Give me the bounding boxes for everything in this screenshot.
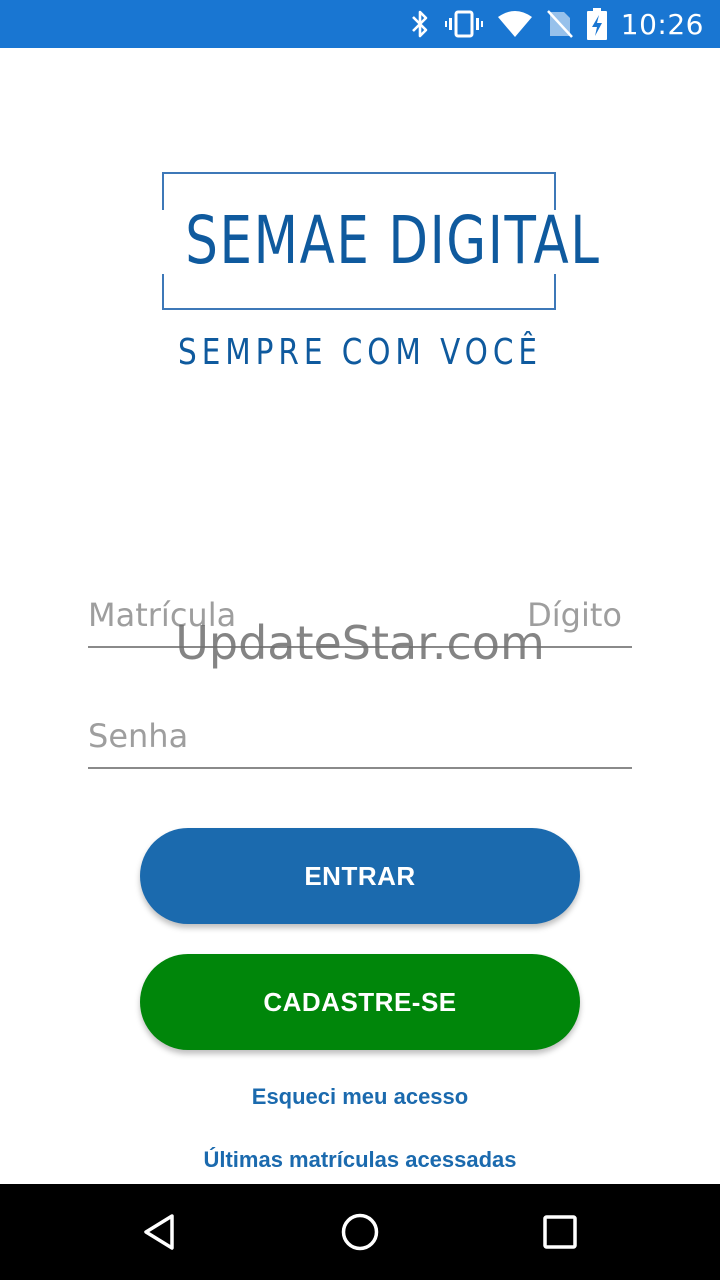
- senha-placeholder: Senha: [88, 717, 189, 755]
- logo-title: SEMAE DIGITAL: [185, 202, 601, 279]
- matricula-field[interactable]: Matrícula Dígito: [88, 596, 632, 648]
- status-icons: 10:26: [409, 0, 704, 48]
- matricula-underline: [88, 646, 632, 648]
- digito-placeholder[interactable]: Dígito: [527, 596, 622, 634]
- senha-underline: [88, 767, 632, 769]
- cadastre-button[interactable]: CADASTRE-SE: [140, 954, 580, 1050]
- logo-tagline: SEMPRE COM VOCÊ: [178, 332, 542, 373]
- wifi-icon: [497, 9, 533, 39]
- battery-charging-icon: [586, 8, 607, 40]
- recent-apps-icon[interactable]: [510, 1184, 610, 1280]
- vibrate-icon: [444, 9, 483, 39]
- status-bar: 10:26: [0, 0, 720, 48]
- matricula-placeholder: Matrícula: [88, 596, 237, 634]
- semae-logo: SEMAE DIGITAL SEMPRE COM VOCÊ: [136, 172, 601, 377]
- entrar-button[interactable]: ENTRAR: [140, 828, 580, 924]
- forgot-access-link[interactable]: Esqueci meu acesso: [0, 1084, 720, 1110]
- clock: 10:26: [620, 7, 704, 41]
- senha-field[interactable]: Senha: [88, 717, 632, 769]
- back-icon[interactable]: [110, 1184, 210, 1280]
- navigation-bar: [0, 1184, 720, 1280]
- home-icon[interactable]: [310, 1184, 410, 1280]
- no-sim-icon: [546, 9, 573, 39]
- bluetooth-icon: [409, 9, 431, 39]
- recent-registrations-link[interactable]: Últimas matrículas acessadas: [0, 1147, 720, 1173]
